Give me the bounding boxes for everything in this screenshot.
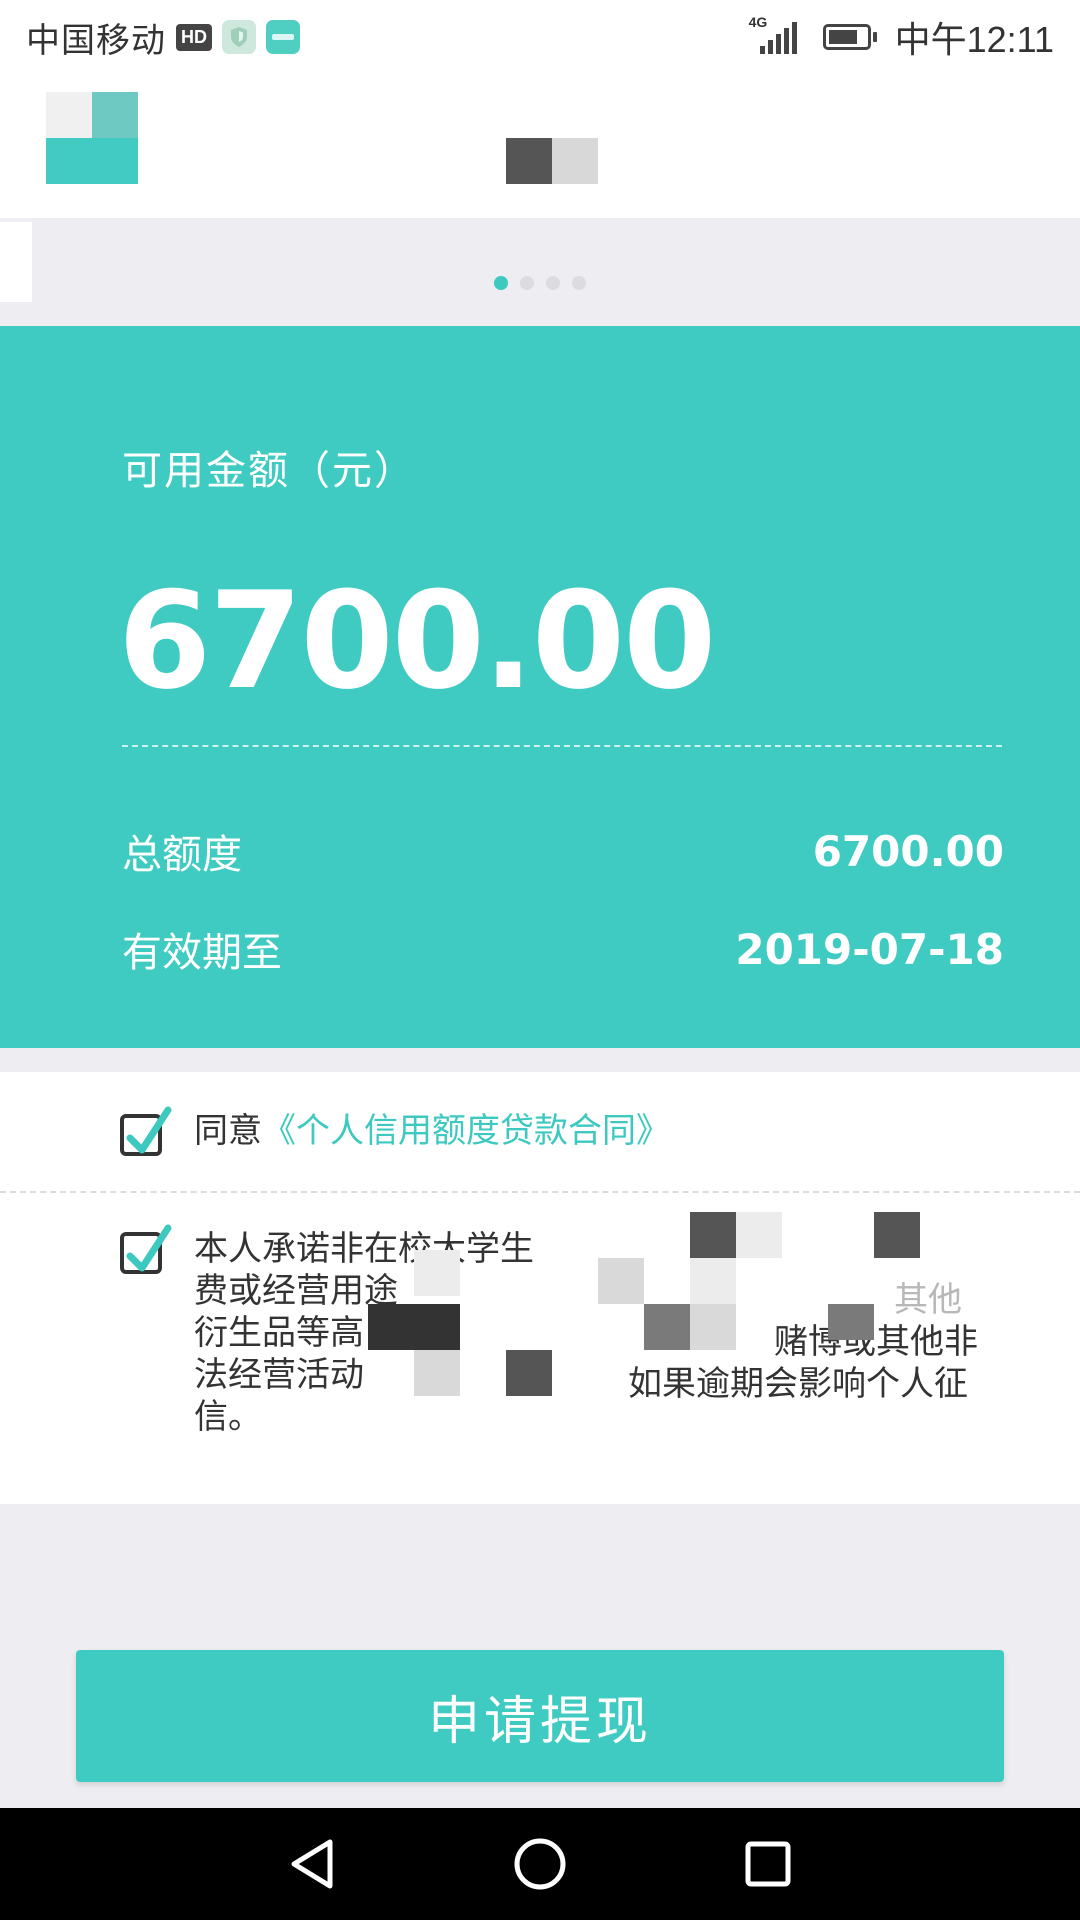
agreements-section: 同意《个人信用额度贷款合同》 本人承诺非在校大学生 费或经营用途 衍生品等高 法… [0,1072,1080,1504]
contract-link[interactable]: 《个人信用额度贷款合同》 [262,1111,670,1151]
agreement-divider [0,1191,1080,1193]
card-divider [122,745,1002,747]
carrier-name: 中国移动 [26,20,166,61]
system-nav-bar [0,1808,1080,1920]
privacy-mosaic [598,1258,644,1304]
status-time: 中午12:11 [894,19,1054,60]
banner-carousel[interactable] [0,218,1080,326]
total-limit-value: 6700.00 [812,826,1004,876]
recents-icon[interactable] [708,1808,828,1920]
status-bar: 中国移动 HD 4G 中午12:11 [0,0,1080,74]
hd-badge: HD [176,23,212,51]
back-icon[interactable] [252,1808,372,1920]
battery-icon [822,24,877,50]
promise-agreement-row: 本人承诺非在校大学生 费或经营用途 衍生品等高 法经营活动 信。 其他 赌博或其… [0,1194,1080,1504]
contract-agreement-row: 同意《个人信用额度贷款合同》 [0,1072,1080,1192]
banner-slide-edge [0,222,32,302]
privacy-mosaic [414,1350,460,1396]
shield-icon [222,20,256,54]
available-amount-label: 可用金额（元） [122,448,416,494]
expiry-row: 有效期至 2019-07-18 [122,920,1004,978]
privacy-mosaic [690,1258,736,1304]
promise-line-end: 如果逾期会影响个人征 [628,1364,968,1404]
privacy-mosaic [690,1304,736,1350]
contract-agreement-text: 同意《个人信用额度贷款合同》 [194,1110,670,1152]
meituan-icon [266,20,300,54]
total-limit-label: 总额度 [122,832,242,878]
carousel-dot [520,276,534,290]
status-left: 中国移动 HD [26,13,300,62]
privacy-mosaic [736,1212,782,1258]
privacy-mosaic [368,1304,460,1350]
promise-line: 费或经营用途 [194,1271,398,1311]
check-icon [126,1106,172,1154]
app-logo[interactable] [46,92,138,184]
privacy-mosaic [690,1212,736,1258]
privacy-mosaic [506,1350,552,1396]
privacy-mosaic [874,1212,920,1258]
promise-checkbox[interactable] [120,1224,172,1274]
network-type: 4G [748,14,768,30]
app-header [0,74,1080,218]
expiry-value: 2019-07-18 [735,924,1004,974]
status-right: 4G 中午12:11 [749,11,1054,63]
total-limit-row: 总额度 6700.00 [122,822,1004,880]
privacy-mosaic [828,1304,874,1340]
page-title-obscured [506,138,598,184]
expiry-label: 有效期至 [122,930,282,976]
carousel-dot-active [494,276,508,290]
check-icon [126,1224,172,1272]
credit-amount-card: 可用金额（元） 6700.00 总额度 6700.00 有效期至 2019-07… [0,326,1080,1048]
available-amount-value: 6700.00 [118,563,716,719]
home-icon[interactable] [480,1808,600,1920]
carousel-dot [572,276,586,290]
privacy-mosaic [414,1250,460,1296]
privacy-mosaic [644,1304,690,1350]
contract-checkbox[interactable] [120,1106,172,1156]
carousel-indicator [494,276,598,290]
apply-withdraw-button[interactable]: 申请提现 [76,1650,1004,1782]
signal-icon: 4G [749,14,797,54]
contract-prefix: 同意 [194,1111,262,1151]
carousel-dot [546,276,560,290]
